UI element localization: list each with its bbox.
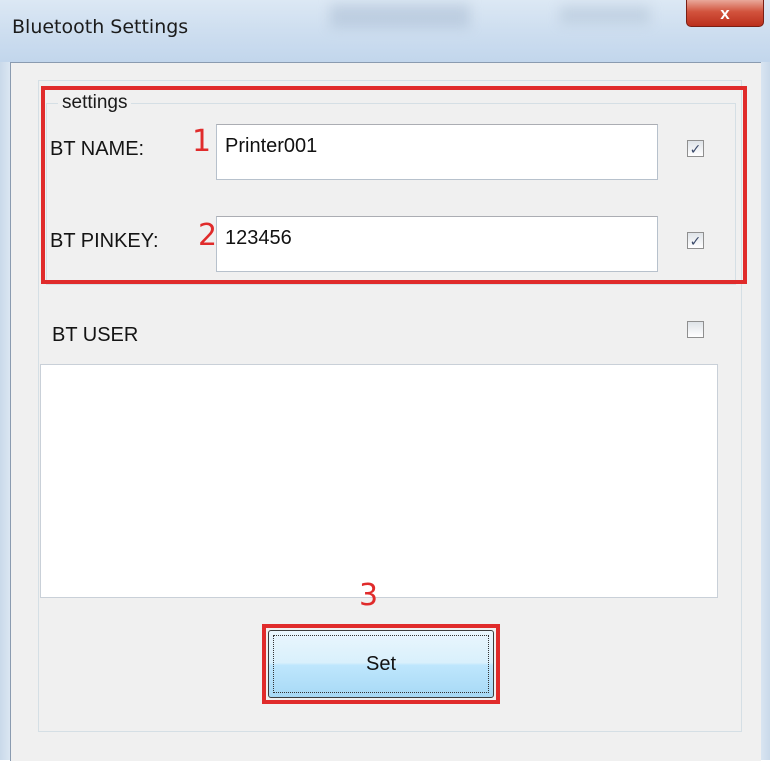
window-frame-right xyxy=(760,62,770,760)
title-bar-glare xyxy=(330,4,470,28)
bt-user-list[interactable] xyxy=(40,364,718,598)
annotation-marker-3: 3 xyxy=(359,578,379,613)
close-button[interactable]: x xyxy=(686,0,764,27)
close-icon: x xyxy=(720,3,730,23)
title-bar-glare xyxy=(560,6,650,24)
annotation-box-settings xyxy=(41,86,747,284)
window-frame-left xyxy=(0,62,10,760)
bt-user-checkbox[interactable] xyxy=(687,321,704,338)
bt-user-label: BT USER xyxy=(52,324,139,346)
title-bar[interactable]: Bluetooth Settings x xyxy=(0,0,770,62)
window-title: Bluetooth Settings xyxy=(12,16,189,38)
annotation-box-set-button xyxy=(262,624,500,704)
annotation-marker-2: 2 xyxy=(198,218,218,253)
annotation-marker-1: 1 xyxy=(192,124,212,159)
